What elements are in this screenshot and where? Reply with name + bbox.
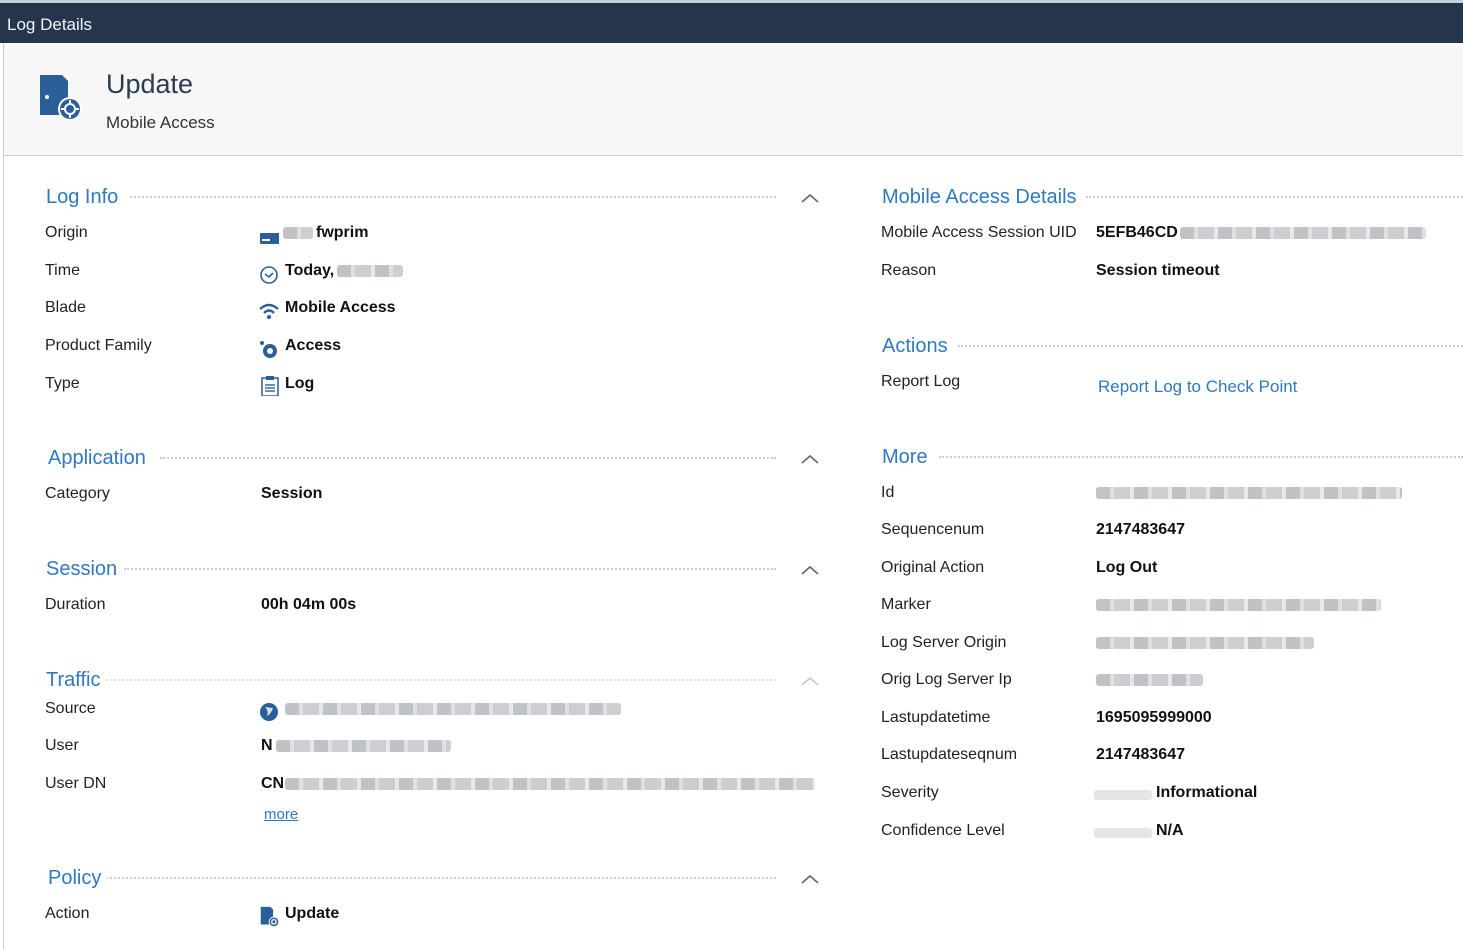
- titlebar-top-strip: [0, 0, 1463, 3]
- field-label-user-dn: User DN: [45, 775, 107, 792]
- field-value-severity: Informational: [1156, 784, 1258, 801]
- field-label-duration: Duration: [45, 596, 106, 613]
- window-titlebar: Log Details: [0, 0, 1463, 43]
- section-divider: [939, 456, 1463, 458]
- section-divider: [106, 877, 776, 879]
- field-value-sequencenum: 2147483647: [1096, 521, 1185, 538]
- section-divider: [106, 679, 776, 681]
- section-title-policy: Policy: [48, 867, 108, 890]
- field-value-confidence-level: N/A: [1156, 822, 1184, 839]
- section-title-traffic: Traffic: [46, 669, 107, 692]
- redacted-value: [285, 703, 621, 715]
- section-divider: [124, 568, 776, 570]
- redacted-value: [285, 778, 815, 790]
- update-blade-icon: [260, 906, 280, 928]
- field-label-product-family: Product Family: [45, 337, 152, 354]
- field-label-severity: Severity: [881, 784, 939, 801]
- field-value-session-uid: 5EFB46CD: [1096, 224, 1178, 241]
- field-value-original-action: Log Out: [1096, 559, 1158, 576]
- redacted-value: [1180, 227, 1426, 239]
- redacted-value: [1096, 487, 1402, 499]
- section-title-actions: Actions: [882, 335, 954, 358]
- section-divider: [1086, 196, 1463, 198]
- update-blade-icon: [40, 75, 82, 121]
- field-label-source: Source: [45, 700, 96, 717]
- more-link[interactable]: more: [264, 806, 298, 823]
- chevron-up-icon[interactable]: [799, 872, 821, 886]
- field-label-original-action: Original Action: [881, 559, 985, 576]
- field-value-user: N: [261, 737, 273, 754]
- field-label-time: Time: [45, 262, 80, 279]
- confidence-bar: [1094, 828, 1152, 838]
- chevron-up-icon[interactable]: [799, 452, 821, 466]
- field-value-type: Log: [285, 375, 315, 392]
- chevron-up-icon[interactable]: [799, 674, 821, 688]
- gateway-icon: [260, 233, 279, 244]
- severity-bar: [1094, 790, 1152, 800]
- section-divider: [958, 345, 1463, 347]
- field-label-log-server-origin: Log Server Origin: [881, 634, 1007, 651]
- section-title-application: Application: [48, 447, 152, 470]
- redacted-value: [337, 265, 403, 277]
- log-title: Update: [106, 69, 194, 99]
- field-value-reason: Session timeout: [1096, 262, 1220, 279]
- field-value-action: Update: [285, 905, 340, 922]
- window-title: Log Details: [7, 15, 93, 34]
- field-value-category: Session: [261, 485, 323, 502]
- log-document-icon: [261, 376, 279, 396]
- chevron-up-icon[interactable]: [799, 563, 821, 577]
- field-value-user-dn: CN: [261, 775, 285, 792]
- field-value-time: Today,: [285, 262, 335, 279]
- log-subtitle: Mobile Access: [106, 113, 215, 132]
- field-value-lastupdateseqnum: 2147483647: [1096, 746, 1185, 763]
- section-title-log-info: Log Info: [46, 186, 125, 209]
- field-label-type: Type: [45, 375, 80, 392]
- field-label-category: Category: [45, 485, 110, 502]
- field-label-lastupdatetime: Lastupdatetime: [881, 709, 991, 726]
- field-label-id: Id: [881, 484, 895, 501]
- field-label-lastupdateseqnum: Lastupdateseqnum: [881, 746, 1018, 763]
- field-label-origin: Origin: [45, 224, 88, 241]
- redacted-value: [276, 740, 451, 752]
- field-label-session-uid: Mobile Access Session UID: [881, 224, 1077, 241]
- access-icon: [260, 341, 277, 358]
- section-divider: [130, 196, 776, 198]
- field-label-action: Action: [45, 905, 90, 922]
- chevron-up-icon[interactable]: [799, 191, 821, 205]
- report-log-link[interactable]: Report Log to Check Point: [1098, 377, 1297, 397]
- redacted-value: [1096, 637, 1314, 649]
- section-title-more: More: [882, 446, 934, 469]
- field-label-marker: Marker: [881, 596, 931, 613]
- field-label-orig-log-server-ip: Orig Log Server Ip: [881, 671, 1012, 688]
- log-header: Update Mobile Access: [3, 43, 1463, 156]
- section-title-session: Session: [46, 558, 124, 581]
- field-value-blade: Mobile Access: [285, 299, 396, 316]
- redacted-value: [1096, 599, 1381, 611]
- field-label-user: User: [45, 737, 79, 754]
- field-value-duration: 00h 04m 00s: [261, 596, 357, 613]
- field-label-blade: Blade: [45, 299, 86, 316]
- field-label-report-log: Report Log: [881, 373, 961, 390]
- field-label-sequencenum: Sequencenum: [881, 521, 985, 538]
- field-value-lastupdatetime: 1695095999000: [1096, 709, 1212, 726]
- field-label-reason: Reason: [881, 262, 937, 279]
- wifi-icon: [259, 303, 279, 319]
- section-divider: [160, 457, 776, 459]
- left-border: [3, 156, 4, 949]
- globe-icon: [260, 703, 278, 721]
- redacted-value: [283, 227, 313, 239]
- field-value-product-family: Access: [285, 337, 342, 354]
- redacted-value: [1096, 674, 1203, 686]
- section-title-mobile-access-details: Mobile Access Details: [882, 186, 1083, 209]
- field-value-origin: fwprim: [316, 224, 369, 241]
- clock-icon: [260, 266, 278, 284]
- field-label-confidence-level: Confidence Level: [881, 822, 1005, 839]
